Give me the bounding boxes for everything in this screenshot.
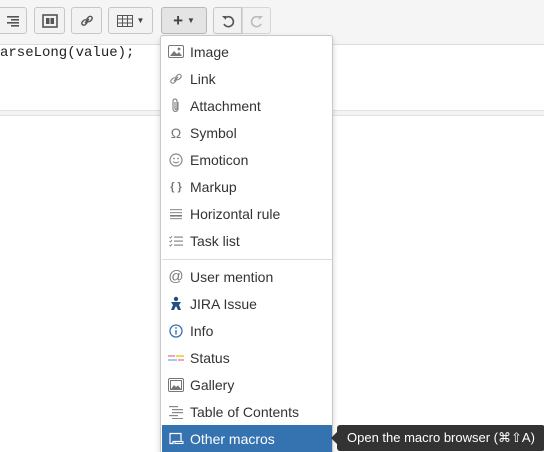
insert-more-button[interactable]: + ▼ — [161, 7, 207, 34]
omega-icon: Ω — [170, 124, 182, 141]
menu-item-markup[interactable]: { } Markup — [162, 173, 332, 200]
plus-icon: + — [173, 11, 183, 30]
menu-divider — [162, 259, 332, 260]
undo-button[interactable] — [213, 7, 242, 34]
layout-icon — [41, 13, 58, 28]
toc-icon — [162, 405, 190, 419]
table-icon — [116, 14, 133, 27]
code-line: arseLong(value); — [0, 45, 135, 61]
menu-item-emoticon[interactable]: Emoticon — [162, 146, 332, 173]
smiley-icon — [162, 152, 190, 167]
menu-item-status[interactable]: Status — [162, 344, 332, 371]
chevron-down-icon: ▼ — [187, 16, 195, 25]
menu-item-horizontal-rule[interactable]: Horizontal rule — [162, 200, 332, 227]
gallery-icon — [162, 377, 190, 392]
menu-item-image[interactable]: Image — [162, 38, 332, 65]
task-list-icon — [162, 235, 190, 247]
align-right-icon — [6, 15, 19, 27]
menu-item-gallery[interactable]: Gallery — [162, 371, 332, 398]
macro-icon — [162, 432, 190, 445]
page-layout-button[interactable] — [34, 7, 65, 34]
menu-item-info[interactable]: Info — [162, 317, 332, 344]
insert-table-button[interactable]: ▼ — [108, 7, 153, 34]
menu-item-table-of-contents[interactable]: Table of Contents — [162, 398, 332, 425]
insert-more-dropdown: Image Link Attachment Ω Symbol Emoticon … — [160, 35, 333, 452]
braces-icon: { } — [170, 180, 182, 193]
chevron-down-icon: ▼ — [136, 16, 145, 25]
align-right-button[interactable] — [0, 7, 27, 34]
link-icon — [162, 72, 190, 86]
jira-icon — [162, 296, 190, 312]
menu-item-link[interactable]: Link — [162, 65, 332, 92]
menu-item-user-mention[interactable]: @ User mention — [162, 263, 332, 290]
undo-icon — [221, 15, 234, 27]
image-icon — [162, 45, 190, 58]
redo-icon — [250, 15, 263, 27]
link-icon — [80, 15, 93, 26]
menu-item-task-list[interactable]: Task list — [162, 227, 332, 254]
macro-browser-tooltip: Open the macro browser (⌘⇧A) — [337, 425, 544, 451]
menu-item-attachment[interactable]: Attachment — [162, 92, 332, 119]
info-icon — [162, 323, 190, 338]
menu-item-symbol[interactable]: Ω Symbol — [162, 119, 332, 146]
menu-item-other-macros[interactable]: Other macros — [162, 425, 332, 452]
paperclip-icon — [162, 98, 190, 113]
redo-button[interactable] — [242, 7, 271, 34]
horizontal-rule-icon — [162, 208, 190, 220]
insert-link-button[interactable] — [71, 7, 102, 34]
status-lozenge-icon — [162, 353, 190, 363]
menu-item-jira-issue[interactable]: JIRA Issue — [162, 290, 332, 317]
at-icon: @ — [168, 268, 184, 285]
